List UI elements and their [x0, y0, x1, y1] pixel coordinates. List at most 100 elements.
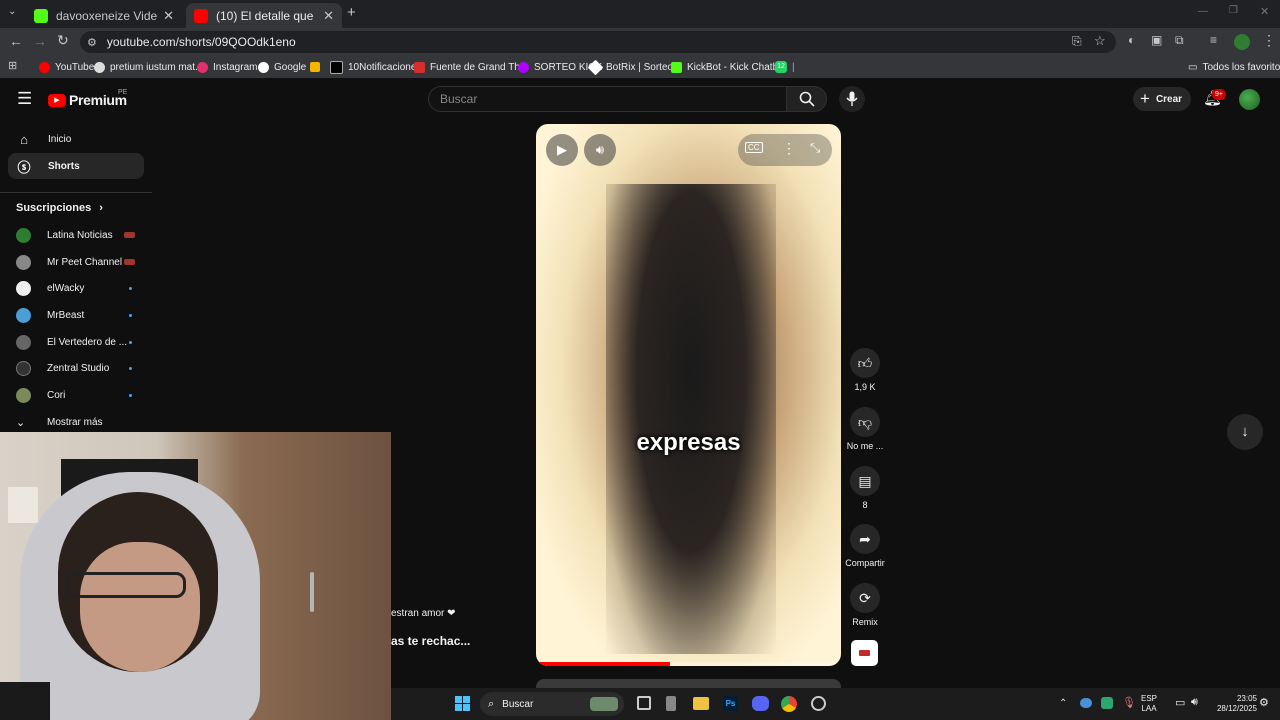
botrix-icon	[587, 59, 604, 75]
tray-chevron-up-icon[interactable]: ⌃	[1059, 698, 1067, 709]
task-view-icon[interactable]	[637, 696, 651, 710]
tab-davooxeneize[interactable]: davooxeneize Videos - Watch C ✕	[26, 3, 182, 28]
media-control-icon[interactable]: ≡	[1210, 33, 1217, 47]
volume-button[interactable]: 🔊︎	[584, 134, 616, 166]
sidebar-item-shorts[interactable]: ⓢ Shorts	[8, 153, 144, 179]
menu-icon[interactable]: ⋮	[1262, 32, 1276, 49]
all-bookmarks[interactable]: ▭ Todos los favoritos	[1188, 59, 1280, 75]
youtube-logo[interactable]: ▶ Premium	[48, 92, 127, 108]
create-button[interactable]: + Crear	[1133, 87, 1191, 111]
progress-fill	[536, 662, 671, 666]
channel-name: El Vertedero de ...	[47, 336, 128, 348]
subscription-item[interactable]: MrBeast	[16, 302, 136, 328]
back-icon[interactable]: ←	[9, 33, 23, 49]
bookmark-kickbot[interactable]: KickBot - Kick Chatb...	[671, 59, 786, 75]
comments-button[interactable]: ▤	[850, 466, 880, 496]
subscription-item[interactable]: Mr Peet Channel	[16, 249, 136, 275]
bookmark-pretium[interactable]: pretium iustum mat...	[94, 59, 203, 75]
fullscreen-icon[interactable]: ⤡	[810, 140, 820, 156]
next-short-button[interactable]: ↓	[1227, 414, 1263, 450]
search-highlight-icon	[590, 697, 618, 711]
browser-toolbar: ← → ↻ ⚙ youtube.com/shorts/09QOOdk1eno ⎘…	[0, 28, 1280, 56]
bookmark-fuente[interactable]: Fuente de Grand Th...	[414, 59, 528, 75]
bookmark-x[interactable]: 10Notificaciones	[330, 59, 421, 75]
tray-app-icon[interactable]	[1101, 697, 1113, 709]
subscriptions-header[interactable]: Suscripciones ›	[16, 202, 103, 214]
notification-center-icon[interactable]: ⚙	[1259, 696, 1269, 709]
menu-hamburger-icon[interactable]: ☰	[17, 89, 32, 109]
windows-start-icon[interactable]	[455, 696, 470, 711]
bookmark-youtube[interactable]: YouTube	[39, 59, 94, 75]
search-icon	[799, 91, 815, 107]
close-icon[interactable]: ✕	[163, 8, 174, 24]
apps-grid-icon[interactable]: ⊞	[8, 59, 17, 72]
maximize-icon[interactable]: ❐	[1229, 5, 1238, 16]
sound-logo-icon	[859, 650, 870, 656]
new-tab-button[interactable]: +	[347, 4, 356, 21]
subscription-item[interactable]: Cori	[16, 382, 136, 408]
address-bar[interactable]: ⚙ youtube.com/shorts/09QOOdk1eno ⎘ ☆	[80, 31, 1116, 53]
captions-icon[interactable]: CC	[745, 142, 763, 153]
photoshop-icon[interactable]: Ps	[723, 696, 738, 711]
play-button[interactable]: ▶	[546, 134, 578, 166]
bookmark-colorful-icon[interactable]	[310, 62, 320, 72]
network-icon[interactable]: ▭	[1175, 696, 1185, 709]
new-content-dot-icon	[129, 340, 132, 344]
voice-search-button[interactable]	[839, 86, 865, 112]
chrome-icon[interactable]	[781, 696, 797, 712]
site-info-icon[interactable]: ⚙	[87, 36, 97, 49]
profile-avatar[interactable]	[1234, 34, 1250, 50]
install-app-icon[interactable]: ⎘	[1072, 34, 1082, 49]
account-avatar[interactable]	[1239, 89, 1260, 110]
remix-button[interactable]: ⟳	[850, 583, 880, 613]
channel-avatar	[16, 360, 31, 376]
clock[interactable]: 23:05 28/12/2025	[1201, 694, 1257, 714]
forward-icon[interactable]: →	[33, 33, 47, 49]
dislike-button[interactable]: 👎︎	[850, 407, 880, 437]
dislike-label: No me ...	[846, 441, 884, 451]
more-options-icon[interactable]: ⋮	[782, 140, 796, 157]
audio-thumbnail[interactable]	[851, 640, 878, 666]
subscription-item[interactable]: El Vertedero de ...	[16, 329, 136, 355]
bookmark-instagram[interactable]: Instagram	[197, 59, 257, 75]
tab-youtube-short[interactable]: (10) El detalle que hace que las ✕	[186, 3, 342, 28]
taskbar-search[interactable]: ⌕ Buscar	[480, 692, 624, 716]
bookmark-botrix[interactable]: BotRix | Sorteos	[587, 59, 678, 75]
progress-bar[interactable]	[536, 662, 841, 666]
discord-icon[interactable]	[752, 696, 769, 711]
bookmark-whatsapp[interactable]: 12 |	[775, 59, 795, 75]
extensions-puzzle-icon[interactable]: ⧉	[1175, 33, 1184, 48]
extension-icon[interactable]: ▣	[1151, 33, 1162, 47]
bookmark-google[interactable]: Google	[258, 59, 306, 75]
extension-icon[interactable]: ◐	[1128, 33, 1135, 47]
window-close-icon[interactable]: ✕	[1260, 5, 1269, 18]
show-more-label: Mostrar más	[47, 416, 103, 428]
onedrive-icon[interactable]	[1080, 698, 1092, 708]
bookmark-star-icon[interactable]: ☆	[1094, 33, 1106, 49]
microphone-tray-icon[interactable]: 🎙︎	[1122, 696, 1136, 709]
minimize-icon[interactable]: —	[1198, 6, 1208, 17]
file-explorer-icon[interactable]	[693, 697, 709, 710]
reload-icon[interactable]: ↻	[57, 32, 69, 49]
app-icon[interactable]	[666, 696, 676, 711]
language-indicator[interactable]: ESP LAA	[1141, 694, 1157, 714]
sidebar-divider	[0, 192, 152, 193]
close-icon[interactable]: ✕	[323, 8, 334, 24]
remix-icon: ⟳	[859, 590, 871, 606]
next-short-peek[interactable]	[536, 679, 841, 688]
subscription-item[interactable]: elWacky	[16, 275, 136, 301]
wall-poster	[8, 487, 38, 523]
subscription-item[interactable]: Latina Noticias	[16, 222, 136, 248]
like-button[interactable]: 👍︎	[850, 348, 880, 378]
share-button[interactable]: ➦	[850, 524, 880, 554]
search-button[interactable]	[786, 86, 827, 112]
short-video-player[interactable]: ▶ 🔊︎ CC ⋮ ⤡ expresas	[536, 124, 841, 666]
subscription-item[interactable]: Zentral Studio	[16, 355, 136, 381]
taskbar-search-label: Buscar	[502, 698, 534, 710]
search-input[interactable]: Buscar	[428, 86, 786, 112]
obs-icon[interactable]	[811, 696, 826, 711]
volume-icon[interactable]: 🔊︎	[1191, 696, 1198, 709]
sidebar-item-inicio[interactable]: ⌂ Inicio	[8, 126, 144, 152]
kick-favicon-icon	[34, 8, 48, 23]
tab-search-icon[interactable]: ⌄	[8, 6, 16, 17]
